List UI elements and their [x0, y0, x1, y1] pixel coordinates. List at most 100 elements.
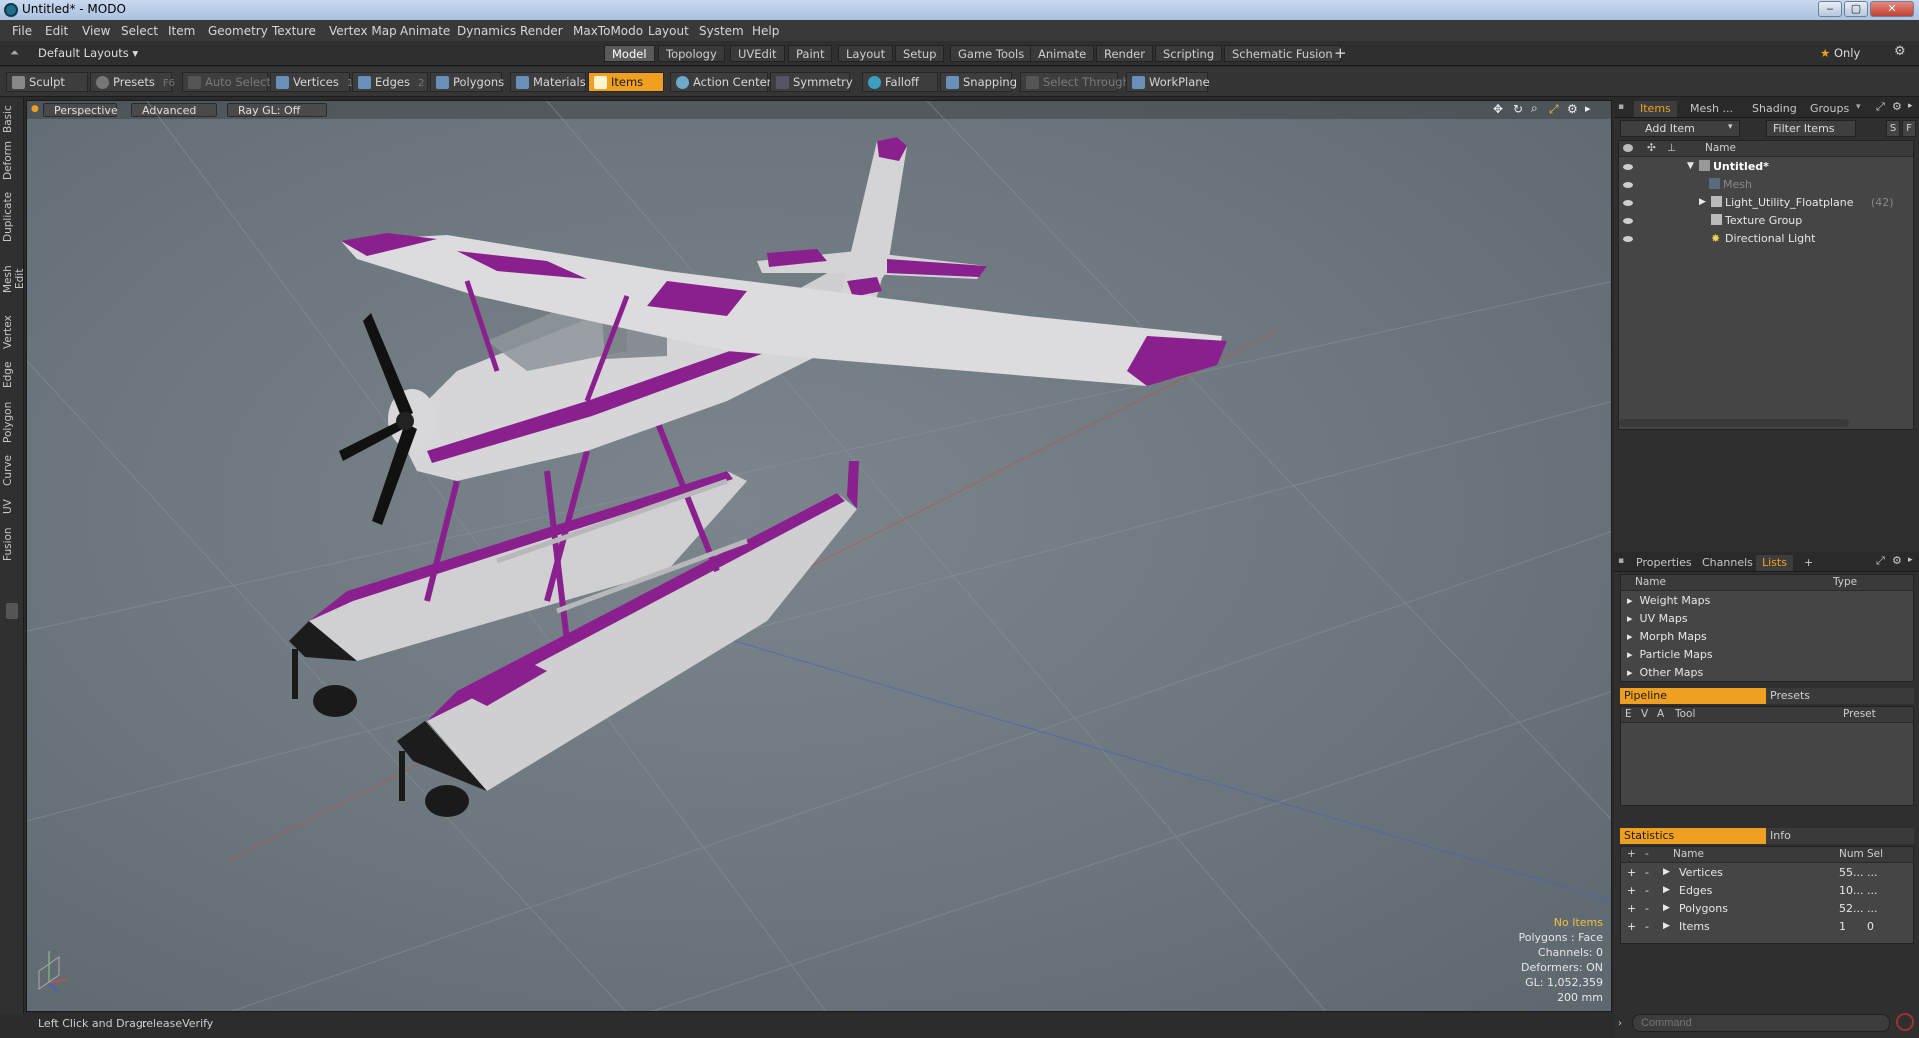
vertices-button[interactable]: Vertices 1 — [270, 72, 353, 92]
tab-topology[interactable]: Topology — [658, 45, 725, 62]
tab-info[interactable]: Info — [1766, 828, 1914, 844]
sculpt-button[interactable]: Sculpt — [6, 72, 88, 92]
menu-dynamics[interactable]: Dynamics — [457, 24, 516, 38]
tab-animate[interactable]: Animate — [1030, 45, 1095, 62]
remove-selection-button[interactable]: - — [1645, 865, 1649, 880]
list-item[interactable]: ▸ Particle Maps — [1627, 647, 1713, 662]
add-layout-button[interactable]: + — [1334, 44, 1347, 62]
tab-schematic-fusion[interactable]: Schematic Fusion — [1224, 45, 1341, 62]
command-stop-icon[interactable] — [1896, 1013, 1914, 1031]
tab-game-tools[interactable]: Game Tools — [950, 45, 1033, 62]
panel-menu-icon[interactable]: ▪ — [1618, 102, 1624, 112]
name-column-header[interactable]: Name — [1635, 575, 1666, 590]
tab-groups[interactable]: Groups — [1804, 101, 1855, 117]
gear-icon[interactable]: ⚙ — [1894, 44, 1906, 59]
menu-item[interactable]: Item — [168, 24, 195, 38]
expand-arrow-icon[interactable]: ▶ — [1663, 901, 1670, 916]
remove-selection-button[interactable]: - — [1645, 919, 1649, 934]
vtab-vertex[interactable]: Vertex — [2, 314, 22, 350]
layout-selector[interactable]: Default Layouts ▾ — [38, 46, 138, 60]
expand-arrow-icon[interactable]: ▶ — [1699, 195, 1706, 210]
command-input[interactable] — [1632, 1014, 1890, 1032]
tab-mesh[interactable]: Mesh ... — [1684, 101, 1739, 117]
minimize-button[interactable]: ‒ — [1818, 1, 1842, 17]
visibility-eye-icon[interactable] — [1623, 236, 1633, 242]
tab-paint[interactable]: Paint — [788, 45, 833, 62]
type-column-header[interactable]: Type — [1833, 575, 1857, 590]
tool-column-header[interactable]: Tool — [1675, 707, 1695, 722]
active-column-header[interactable]: A — [1657, 707, 1664, 722]
menu-render[interactable]: Render — [520, 24, 563, 38]
vtab-curve[interactable]: Curve — [2, 454, 22, 488]
horizontal-scrollbar[interactable] — [1619, 419, 1849, 427]
name-column-header[interactable]: Name — [1705, 141, 1736, 156]
expand-arrow-icon[interactable]: ▶ — [1663, 883, 1670, 898]
items-button[interactable]: Items — [588, 72, 664, 92]
tab-lists[interactable]: Lists — [1756, 555, 1793, 571]
tab-channels[interactable]: Channels — [1696, 555, 1759, 571]
enable-column-header[interactable]: E — [1625, 707, 1632, 722]
collapse-arrow-icon[interactable]: ▼ — [1687, 159, 1694, 174]
panel-expand-icon[interactable]: ⤢ — [1876, 100, 1885, 114]
menu-layout[interactable]: Layout — [648, 24, 689, 38]
num-column-header[interactable]: Num — [1839, 847, 1864, 862]
f-button[interactable]: F — [1902, 120, 1916, 137]
only-toggle[interactable]: ★ Only — [1820, 46, 1860, 60]
remove-selection-button[interactable]: - — [1645, 901, 1649, 916]
panel-gear-icon[interactable]: ⚙ — [1892, 100, 1902, 113]
name-column-header[interactable]: Name — [1673, 847, 1704, 862]
menu-edit[interactable]: Edit — [45, 24, 68, 38]
symmetry-button[interactable]: Symmetry — [770, 72, 853, 92]
tab-presets[interactable]: Presets — [1766, 688, 1914, 704]
menu-select[interactable]: Select — [121, 24, 158, 38]
preset-column-header[interactable]: Preset — [1843, 707, 1876, 722]
add-selection-button[interactable]: + — [1627, 865, 1636, 880]
remove-selection-button[interactable]: - — [1645, 883, 1649, 898]
vtab-deform[interactable]: Deform — [2, 141, 22, 180]
tabs-dropdown-icon[interactable]: ▾ — [1856, 102, 1861, 112]
vtab-edge[interactable]: Edge — [2, 360, 22, 390]
menu-texture[interactable]: Texture — [272, 24, 316, 38]
add-selection-button[interactable]: + — [1627, 919, 1636, 934]
vtab-uv[interactable]: UV — [2, 498, 22, 516]
visibility-eye-icon[interactable] — [1623, 200, 1633, 206]
snapping-button[interactable]: Snapping — [940, 72, 1017, 92]
tab-layout[interactable]: Layout — [838, 45, 894, 62]
select-through-button[interactable]: Select Through — [1020, 72, 1130, 92]
vtab-basic[interactable]: Basic — [2, 104, 22, 134]
auto-select-button[interactable]: Auto Select — [182, 72, 271, 92]
panel-menu-icon[interactable]: ▪ — [1618, 556, 1624, 566]
maximize-button[interactable]: ▢ — [1844, 1, 1868, 17]
s-button[interactable]: S — [1886, 120, 1900, 137]
3d-viewport[interactable]: ● Perspective Advanced Ray GL: Off ✥ ↻ ⌕… — [26, 100, 1612, 1012]
tab-model[interactable]: Model — [604, 45, 655, 62]
layout-up-icon[interactable]: ⏶ — [10, 46, 19, 60]
workplane-button[interactable]: WorkPlane — [1126, 72, 1210, 92]
menu-view[interactable]: View — [82, 24, 110, 38]
add-item-dropdown-icon[interactable]: ▾ — [1728, 122, 1733, 132]
tab-shading[interactable]: Shading — [1746, 101, 1803, 117]
expand-arrow-icon[interactable]: ▶ — [1663, 919, 1670, 934]
visibility-eye-icon[interactable] — [1623, 182, 1633, 188]
sel-column-header[interactable]: Sel — [1867, 847, 1883, 862]
falloff-button[interactable]: Falloff — [862, 72, 938, 92]
vtab-mesh-edit[interactable]: Mesh Edit — [2, 254, 26, 304]
panel-gear-icon[interactable]: ⚙ — [1892, 554, 1902, 567]
menu-vertex-map[interactable]: Vertex Map — [329, 24, 397, 38]
tab-scripting[interactable]: Scripting — [1155, 45, 1223, 62]
polygons-button[interactable]: Polygons — [430, 72, 504, 92]
tabs-handle[interactable] — [6, 603, 18, 619]
filter-items-input[interactable]: Filter Items — [1766, 120, 1856, 137]
tab-items[interactable]: Items — [1634, 101, 1677, 117]
list-item[interactable]: ▸ Other Maps — [1627, 665, 1703, 680]
add-selection-button[interactable]: + — [1627, 883, 1636, 898]
close-button[interactable]: ✕ — [1870, 1, 1914, 17]
visibility-eye-icon[interactable] — [1623, 218, 1633, 224]
vtab-polygon[interactable]: Polygon — [2, 400, 22, 444]
vtab-duplicate[interactable]: Duplicate — [2, 192, 22, 242]
tab-render[interactable]: Render — [1096, 45, 1153, 62]
tab-uvedit[interactable]: UVEdit — [730, 45, 785, 62]
panel-arrow-icon[interactable]: ▸ — [1908, 101, 1913, 111]
materials-button[interactable]: Materials — [510, 72, 586, 92]
action-center-button[interactable]: Action Center — [670, 72, 771, 92]
